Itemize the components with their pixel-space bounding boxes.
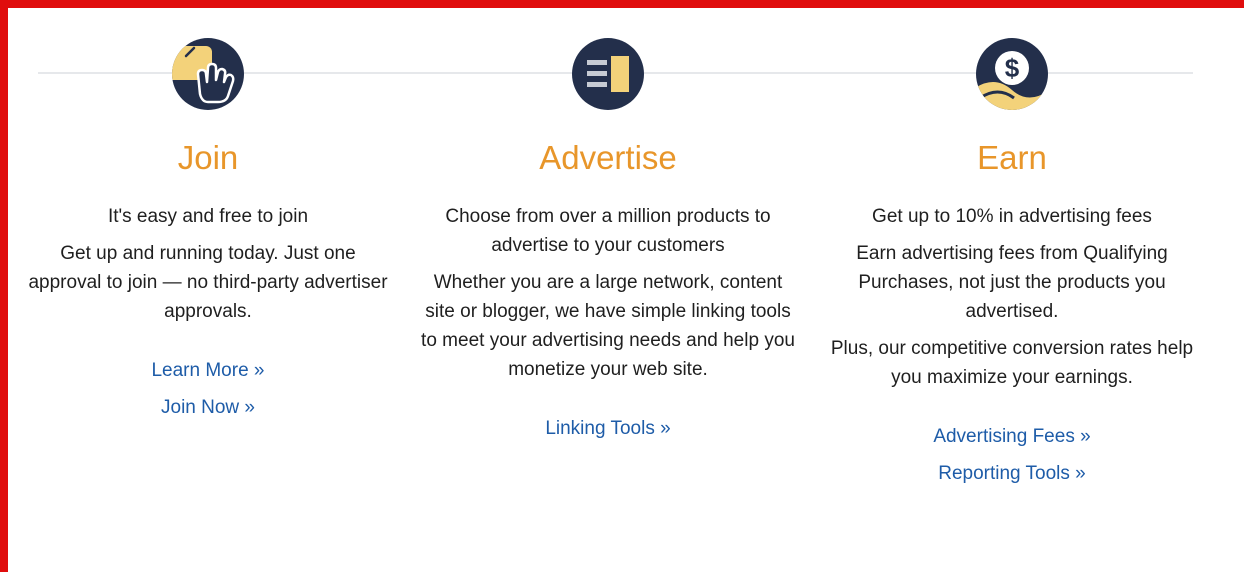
advertise-links: Linking Tools »	[418, 410, 798, 447]
join-links: Learn More » Join Now »	[28, 352, 388, 426]
ad-panel-icon	[572, 38, 644, 110]
earn-links: Advertising Fees » Reporting Tools »	[826, 418, 1198, 492]
advertise-title: Advertise	[539, 139, 677, 176]
earn-description: Earn advertising fees from Qualifying Pu…	[856, 243, 1168, 323]
advertise-description: Whether you are a large network, content…	[421, 272, 795, 381]
earn-conversion-text: Plus, our competitive conversion rates h…	[830, 338, 1194, 389]
learn-more-link[interactable]: Learn More »	[28, 352, 388, 389]
join-description: Get up and running today. Just one appro…	[28, 243, 388, 323]
earn-column: $ Earn Get up to 10% in advertising fees…	[826, 38, 1198, 492]
earn-lead-text: Get up to 10% in advertising fees	[872, 206, 1152, 228]
page-frame: Join It's easy and free to join Get up a…	[0, 0, 1244, 572]
join-column: Join It's easy and free to join Get up a…	[28, 38, 388, 426]
advertising-fees-link[interactable]: Advertising Fees »	[826, 418, 1198, 455]
advertise-lead-text: Choose from over a million products to a…	[445, 206, 771, 257]
linking-tools-link[interactable]: Linking Tools »	[418, 410, 798, 447]
svg-text:$: $	[1005, 53, 1020, 83]
join-lead-text: It's easy and free to join	[107, 206, 309, 228]
earn-title: Earn	[977, 139, 1047, 176]
advertise-column: Advertise Choose from over a million pro…	[418, 38, 798, 447]
join-now-link[interactable]: Join Now »	[28, 389, 388, 426]
hand-pointer-icon	[172, 38, 244, 110]
join-title: Join	[177, 139, 239, 176]
dollar-coin-icon: $	[976, 38, 1048, 110]
reporting-tools-link[interactable]: Reporting Tools »	[826, 455, 1198, 492]
